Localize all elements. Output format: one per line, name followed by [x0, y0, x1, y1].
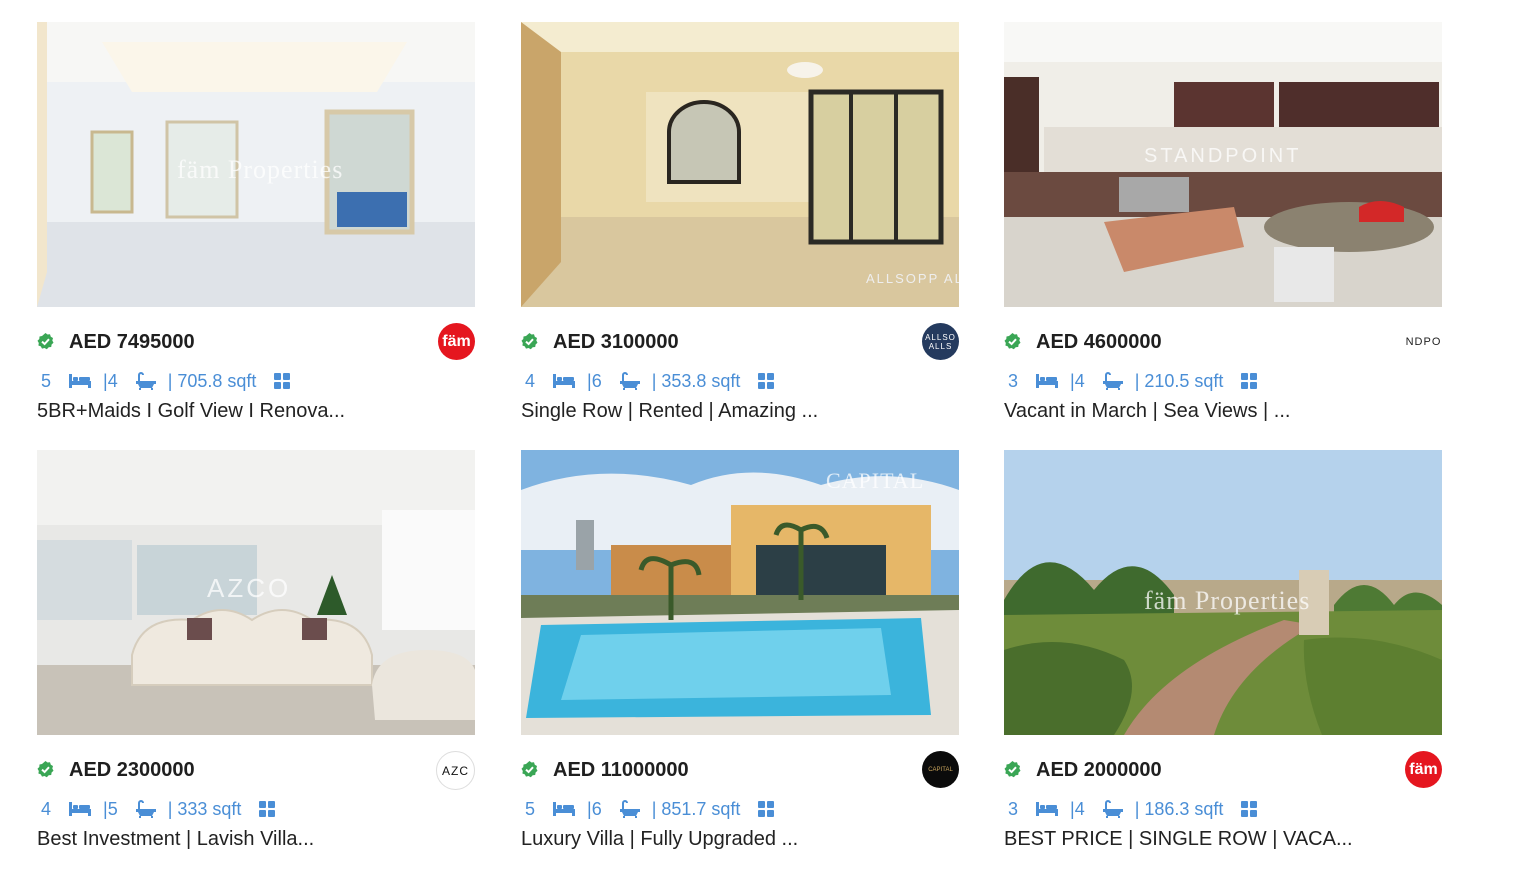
listing-price: AED 7495000 [69, 331, 195, 353]
agency-logo[interactable]: NDPO [1405, 323, 1442, 360]
bath-icon [135, 372, 156, 390]
listing-features: 4 |5 | 333 sqft [37, 796, 475, 822]
bed-icon [553, 802, 576, 816]
agency-logo[interactable]: AZC [436, 751, 475, 790]
listing-photo[interactable]: ALLSOPP ALLSOPP [521, 22, 959, 307]
bedrooms-count: 5 [525, 798, 536, 819]
listing-title[interactable]: Best Investment | Lavish Villa... [37, 828, 475, 851]
listing-features: 3 |4 | 186.3 sqft [1004, 796, 1442, 822]
bedrooms-count: 4 [525, 370, 536, 391]
bedrooms-count: 3 [1008, 370, 1019, 391]
listing-title[interactable]: Vacant in March | Sea Views | ... [1004, 400, 1442, 423]
listing-card[interactable]: AZCO AED 2300000 AZC 4 |5 | 333 sqft Bes… [37, 450, 475, 851]
listing-card[interactable]: fäm Properties AED 2000000 fäm 3 |4 | 18… [1004, 450, 1442, 851]
verified-icon [521, 333, 538, 350]
listing-photo[interactable]: AZCO [37, 450, 475, 735]
verified-icon [1004, 333, 1021, 350]
bathrooms-count: |4 [1070, 798, 1085, 819]
bed-icon [553, 374, 576, 388]
grid-icon [1241, 801, 1258, 817]
verified-icon [37, 333, 54, 350]
listing-title[interactable]: BEST PRICE | SINGLE ROW | VACA... [1004, 828, 1442, 851]
listing-title[interactable]: 5BR+Maids I Golf View I Renova... [37, 400, 475, 423]
listing-price: AED 4600000 [1036, 331, 1162, 353]
bedrooms-count: 4 [41, 798, 52, 819]
grid-icon [259, 801, 276, 817]
bathrooms-count: |6 [587, 370, 602, 391]
listing-features: 4 |6 | 353.8 sqft [521, 368, 959, 394]
bath-icon [1102, 800, 1123, 818]
agency-logo[interactable]: CAPITAL [922, 751, 959, 788]
agency-logo[interactable]: fäm [1405, 751, 1442, 788]
listing-features: 5 |6 | 851.7 sqft [521, 796, 959, 822]
bath-icon [619, 372, 640, 390]
listing-card[interactable]: ALLSOPP ALLSOPP AED 3100000 ALLSO ALLS 4… [521, 22, 959, 423]
photo-interior-beige [521, 22, 959, 307]
listing-price: AED 2000000 [1036, 759, 1162, 781]
listing-title[interactable]: Single Row | Rented | Amazing ... [521, 400, 959, 423]
area-size: | 353.8 sqft [651, 370, 741, 391]
photo-watermark: ALLSOPP ALLSOPP [866, 271, 959, 286]
bathrooms-count: |4 [1070, 370, 1085, 391]
area-size: | 210.5 sqft [1134, 370, 1224, 391]
bedrooms-count: 3 [1008, 798, 1019, 819]
bathrooms-count: |6 [587, 798, 602, 819]
listing-title[interactable]: Luxury Villa | Fully Upgraded ... [521, 828, 959, 851]
photo-watermark: fäm Properties [1144, 586, 1311, 615]
listing-features: 3 |4 | 210.5 sqft [1004, 368, 1442, 394]
bed-icon [1036, 802, 1059, 816]
verified-icon [521, 761, 538, 778]
photo-watermark: AZCO [207, 573, 292, 603]
listing-photo[interactable]: CAPITAL [521, 450, 959, 735]
grid-icon [758, 373, 775, 389]
agency-logo[interactable]: ALLSO ALLS [922, 323, 959, 360]
photo-watermark: fäm Properties [177, 155, 344, 184]
bedrooms-count: 5 [41, 370, 52, 391]
grid-icon [274, 373, 291, 389]
verified-icon [1004, 761, 1021, 778]
area-size: | 705.8 sqft [167, 370, 257, 391]
grid-icon [1241, 373, 1258, 389]
listing-price: AED 2300000 [69, 759, 195, 781]
grid-icon [758, 801, 775, 817]
verified-icon [37, 761, 54, 778]
bathrooms-count: |4 [103, 370, 118, 391]
listing-card[interactable]: STANDPOINT AED 4600000 NDPO 3 |4 | 210.5… [1004, 22, 1442, 423]
bed-icon [69, 374, 92, 388]
photo-watermark: STANDPOINT [1144, 145, 1302, 167]
area-size: | 333 sqft [167, 798, 242, 819]
area-size: | 186.3 sqft [1134, 798, 1224, 819]
bed-icon [1036, 374, 1059, 388]
listing-features: 5 |4 | 705.8 sqft [37, 368, 475, 394]
area-size: | 851.7 sqft [651, 798, 741, 819]
bath-icon [135, 800, 156, 818]
listing-photo[interactable]: fäm Properties [37, 22, 475, 307]
listing-photo[interactable]: STANDPOINT [1004, 22, 1442, 307]
photo-watermark: CAPITAL [826, 468, 925, 493]
bathrooms-count: |5 [103, 798, 118, 819]
bed-icon [69, 802, 92, 816]
listing-photo[interactable]: fäm Properties [1004, 450, 1442, 735]
agency-logo[interactable]: fäm [438, 323, 475, 360]
listing-card[interactable]: CAPITAL AED 11000000 CAPITAL 5 |6 | 851.… [521, 450, 959, 851]
bath-icon [1102, 372, 1123, 390]
bath-icon [619, 800, 640, 818]
listing-card[interactable]: fäm Properties AED 7495000 fäm 5 |4 | 70… [37, 22, 475, 423]
listing-price: AED 3100000 [553, 331, 679, 353]
listing-price: AED 11000000 [553, 759, 689, 781]
